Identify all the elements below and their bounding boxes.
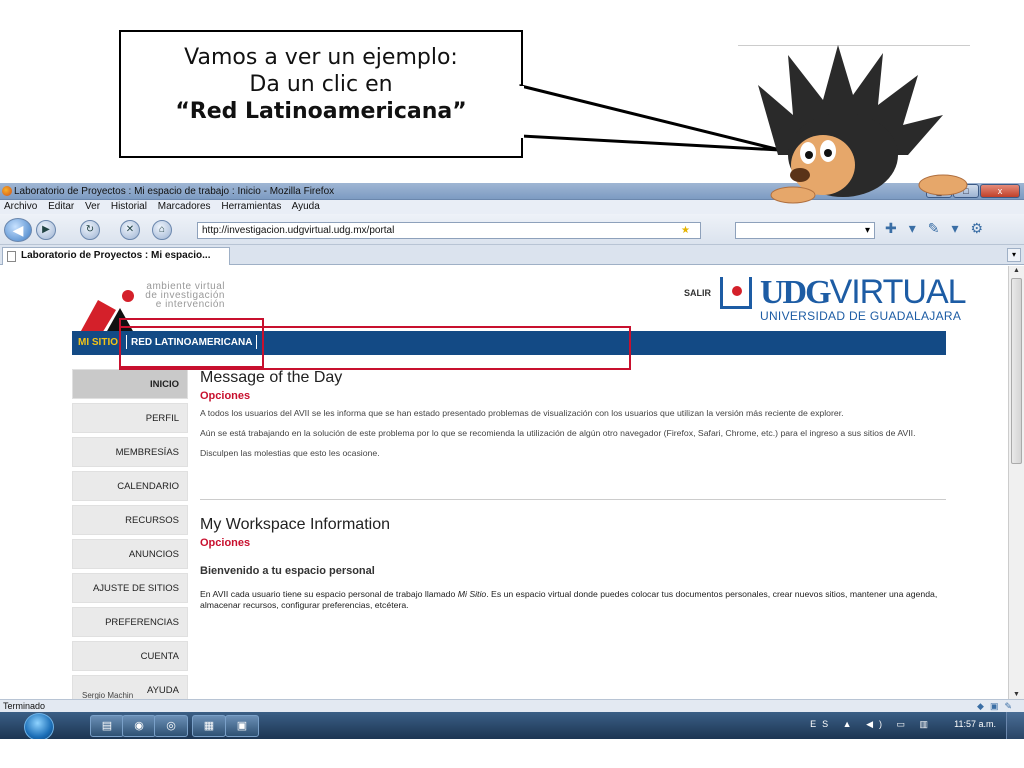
menu-ayuda[interactable]: Ayuda <box>292 201 320 212</box>
scroll-down-icon[interactable]: ▼ <box>1013 691 1020 698</box>
workspace-title: My Workspace Information <box>200 516 390 533</box>
status-addon-icons[interactable]: ◆▣✎ <box>977 700 1018 712</box>
workspace-subtitle: Bienvenido a tu espacio personal <box>200 565 375 577</box>
taskbar-explorer-icon[interactable]: ▤ <box>90 715 124 737</box>
sidebar-item-preferencias[interactable]: PREFERENCIAS <box>72 607 188 637</box>
menu-herramientas[interactable]: Herramientas <box>221 201 281 212</box>
home-icon[interactable]: ⌂ <box>152 220 172 240</box>
salir-link[interactable]: SALIR <box>684 288 711 298</box>
stop-icon[interactable]: ✕ <box>120 220 140 240</box>
udg-subtitle: UNIVERSIDAD DE GUADALAJARA <box>760 309 962 323</box>
status-text: Terminado <box>3 701 46 711</box>
main-content: Message of the Day Opciones A todos los … <box>200 369 946 611</box>
scroll-up-icon[interactable]: ▲ <box>1013 267 1020 274</box>
url-field[interactable]: http://investigacion.udgvirtual.udg.mx/p… <box>197 222 701 239</box>
tab-title: Laboratorio de Proyectos : Mi espacio... <box>21 250 211 261</box>
motd-opciones-link[interactable]: Opciones <box>200 390 946 402</box>
vertical-scrollbar[interactable]: ▲ ▼ <box>1008 266 1024 699</box>
taskbar-media-icon[interactable]: ◉ <box>122 715 156 737</box>
taskbar-clock[interactable]: 11:57 a.m. <box>954 719 996 729</box>
sidebar-item-cuenta[interactable]: CUENTA <box>72 641 188 671</box>
sidebar-item-recursos[interactable]: RECURSOS <box>72 505 188 535</box>
menu-ver[interactable]: Ver <box>85 201 100 212</box>
taskbar-firefox-icon[interactable]: ◎ <box>154 715 188 737</box>
slide-bottom-margin <box>0 739 1024 768</box>
motd-title: Message of the Day <box>200 369 343 386</box>
page-icon <box>7 251 16 262</box>
workspace-text: En AVII cada usuario tiene su espacio pe… <box>200 589 938 610</box>
udg-logo-icon <box>720 277 752 309</box>
menu-historial[interactable]: Historial <box>111 201 147 212</box>
motd-paragraph-1: A todos los usuarios del AVII se les inf… <box>200 408 844 418</box>
language-indicator[interactable]: ES <box>810 719 834 729</box>
sidebar-item-ajuste-de-sitios[interactable]: AJUSTE DE SITIOS <box>72 573 188 603</box>
motd-paragraph-2: Aún se está trabajando en la solución de… <box>200 428 916 438</box>
start-button[interactable] <box>24 713 54 741</box>
divider <box>200 499 946 500</box>
search-input[interactable]: ▾ <box>735 222 875 239</box>
navigation-toolbar: ◀ ▶ ↻ ✕ ⌂ http://investigacion.udgvirtua… <box>0 214 1024 245</box>
menu-archivo[interactable]: Archivo <box>4 201 37 212</box>
avii-logo-text: ambiente virtual de investigación e inte… <box>145 281 225 310</box>
tab-laboratorio[interactable]: Laboratorio de Proyectos : Mi espacio... <box>2 247 230 265</box>
taskbar-app-icon[interactable]: ▦ <box>192 715 226 737</box>
system-tray[interactable]: ES ▲ ◀) ▭ ▥ <box>810 719 934 730</box>
search-dropdown-icon[interactable]: ▾ <box>865 225 870 236</box>
url-text: http://investigacion.udgvirtual.udg.mx/p… <box>202 225 395 236</box>
taskbar-powerpoint-icon[interactable]: ▣ <box>225 715 259 737</box>
forward-icon[interactable]: ▶ <box>36 220 56 240</box>
bookmark-star-icon[interactable]: ★ <box>681 223 690 238</box>
sidebar-menu: INICIO PERFIL MEMBRESÍAS CALENDARIO RECU… <box>72 369 188 699</box>
sidebar-item-membresias[interactable]: MEMBRESÍAS <box>72 437 188 467</box>
status-bar: Terminado ◆▣✎ <box>0 699 1024 712</box>
workspace-opciones-link[interactable]: Opciones <box>200 537 946 549</box>
toolbar-addon-icons[interactable]: ✚▾✎▾⚙ <box>885 220 995 237</box>
tab-list-icon[interactable]: ▾ <box>1007 248 1021 262</box>
udg-virtual-logo: UDGVIRTUAL <box>760 273 967 311</box>
sidebar-item-inicio[interactable]: INICIO <box>72 369 188 399</box>
tab-bar: Laboratorio de Proyectos : Mi espacio...… <box>0 245 1024 265</box>
hedgehog-mascot-image <box>738 45 970 204</box>
windows-taskbar: ▤ ◉ ◎ ▦ ▣ ES ▲ ◀) ▭ ▥ 11:57 a.m. <box>0 712 1024 741</box>
user-name: Sergio Machin <box>82 691 134 699</box>
sidebar-item-calendario[interactable]: CALENDARIO <box>72 471 188 501</box>
sidebar-item-perfil[interactable]: PERFIL <box>72 403 188 433</box>
back-icon[interactable]: ◀ <box>4 218 32 242</box>
menu-editar[interactable]: Editar <box>48 201 74 212</box>
reload-icon[interactable]: ↻ <box>80 220 100 240</box>
menu-marcadores[interactable]: Marcadores <box>158 201 211 212</box>
sidebar-item-anuncios[interactable]: ANUNCIOS <box>72 539 188 569</box>
scrollbar-thumb[interactable] <box>1011 278 1022 464</box>
motd-paragraph-3: Disculpen las molestias que esto les oca… <box>200 448 380 458</box>
nav-mi-sitio[interactable]: MI SITIO <box>78 337 118 348</box>
show-desktop-button[interactable] <box>1006 712 1024 739</box>
highlight-box-large <box>119 326 631 370</box>
